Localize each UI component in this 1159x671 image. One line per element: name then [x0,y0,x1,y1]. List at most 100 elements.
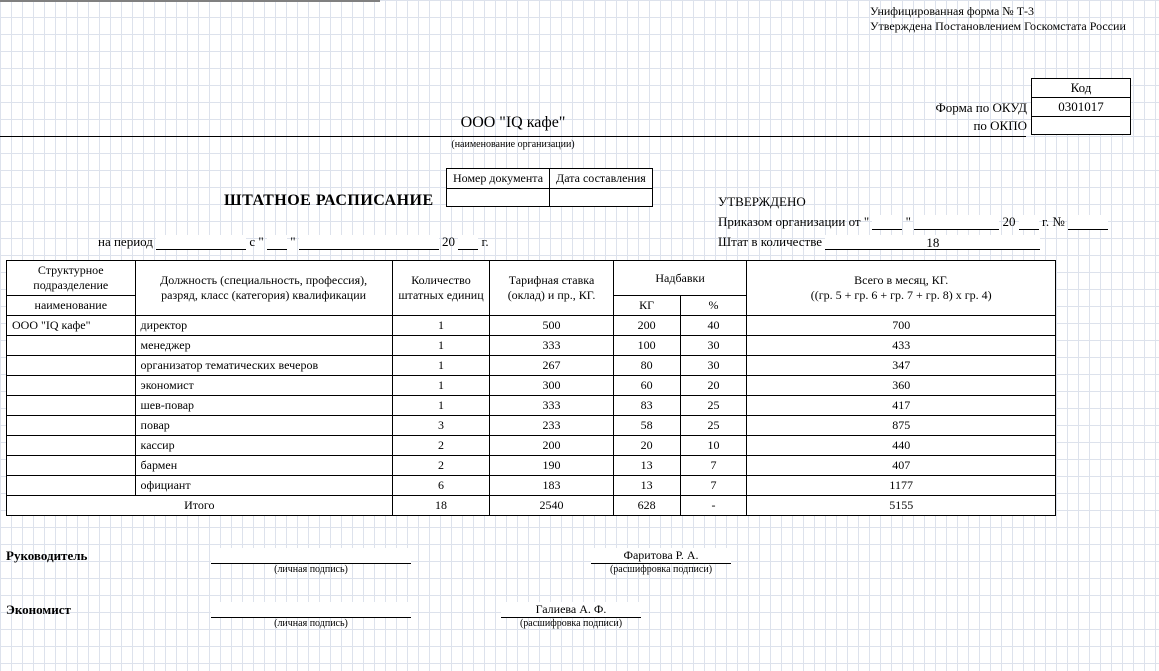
h-rate: Тарифная ставка (оклад) и пр., КГ. [490,261,613,316]
h-add-kg: КГ [613,296,680,316]
org-cell-empty [7,376,136,396]
staff-val: 18 [926,235,939,250]
rate-cell: 190 [490,456,613,476]
h-total: Всего в месяц, КГ.((гр. 5 + гр. 6 + гр. … [747,261,1056,316]
yr20: 20 [1002,214,1015,229]
approved-block: УТВЕРЖДЕНО Приказом организации от " " 2… [718,194,1138,250]
pct-cell: 30 [680,336,747,356]
period-label: на период [98,234,153,249]
kg-cell: 20 [613,436,680,456]
total-kg: 628 [613,496,680,516]
rate-cell: 183 [490,476,613,496]
signature-2: Экономист Галиева А. Ф. (личная подпись)… [6,602,806,629]
rate-cell: 200 [490,436,613,456]
pos-cell: кассир [135,436,392,456]
kg-cell: 13 [613,476,680,496]
total-rate: 2540 [490,496,613,516]
company-name: ООО "IQ кафе" [0,114,1026,132]
company-sub: (наименование организации) [0,139,1026,150]
pct-cell: 25 [680,416,747,436]
rate-cell: 267 [490,356,613,376]
total-cell: 440 [747,436,1056,456]
approved-line: Приказом организации от " [718,214,869,229]
total-total: 5155 [747,496,1056,516]
doc-date-value [550,189,653,207]
h-unit-sub: наименование [7,296,136,316]
total-cnt: 18 [392,496,490,516]
kg-cell: 58 [613,416,680,436]
pct-cell: 10 [680,436,747,456]
pct-cell: 7 [680,476,747,496]
quote: " [906,214,911,229]
pos-cell: повар [135,416,392,436]
pos-cell: менеджер [135,336,392,356]
rate-cell: 333 [490,336,613,356]
company-line: ООО "IQ кафе" (наименование организации) [0,114,1026,132]
signature-1: Руководитель Фаритова Р. А. (личная подп… [6,548,806,575]
sig1-sub-trans: (расшифровка подписи) [591,564,731,575]
pct-cell: 7 [680,456,747,476]
okud-value: 0301017 [1031,98,1131,117]
org-cell: ООО "IQ кафе" [7,316,136,336]
h-add-pct: % [680,296,747,316]
rate-cell: 300 [490,376,613,396]
cnt-cell: 3 [392,416,490,436]
cnt-cell: 1 [392,316,490,336]
kg-cell: 60 [613,376,680,396]
cnt-cell: 1 [392,396,490,416]
kg-cell: 200 [613,316,680,336]
total-cell: 417 [747,396,1056,416]
rate-cell: 333 [490,396,613,416]
total-cell: 700 [747,316,1056,336]
cnt-cell: 2 [392,436,490,456]
pos-cell: экономист [135,376,392,396]
sig2-sub-trans: (расшифровка подписи) [501,618,641,629]
pos-cell: директор [135,316,392,336]
total-pct: - [680,496,747,516]
cnt-cell: 1 [392,336,490,356]
kg-cell: 100 [613,336,680,356]
code-header: Код [1031,78,1131,98]
total-label: Итого [7,496,393,516]
staff-label: Штат в количестве [718,234,822,249]
pos-cell: официант [135,476,392,496]
sig1-sub-sign: (личная подпись) [211,564,411,575]
sig2-role: Экономист [6,602,196,618]
approved-header: УТВЕРЖДЕНО [718,194,1138,210]
rate-cell: 233 [490,416,613,436]
cnt-cell: 2 [392,456,490,476]
total-cell: 1177 [747,476,1056,496]
org-cell-empty [7,356,136,376]
kg-cell: 13 [613,456,680,476]
h-add: Надбавки [613,261,747,296]
doc-number-box: Номер документа Дата составления [446,168,653,207]
doc-num-header: Номер документа [447,169,550,189]
sig1-name: Фаритова Р. А. [591,548,731,564]
org-cell-empty [7,476,136,496]
sig1-role: Руководитель [6,548,196,564]
total-cell: 875 [747,416,1056,436]
yrg: г. № [1042,214,1065,229]
cnt-cell: 1 [392,376,490,396]
period-g: г. [482,234,489,249]
pct-cell: 30 [680,356,747,376]
doc-num-value [447,189,550,207]
total-cell: 347 [747,356,1056,376]
org-cell-empty [7,416,136,436]
form-note: Унифицированная форма № Т-3Утверждена По… [870,4,1130,34]
doc-date-header: Дата составления [550,169,653,189]
period-line: на период с " " 20 г. [98,234,489,250]
document-title: ШТАТНОЕ РАСПИСАНИЕ [224,192,434,210]
okpo-value [1031,117,1131,135]
pos-cell: организатор тематических вечеров [135,356,392,376]
pos-cell: шев-повар [135,396,392,416]
org-cell-empty [7,456,136,476]
period-20: 20 [442,234,455,249]
total-cell: 433 [747,336,1056,356]
pct-cell: 40 [680,316,747,336]
kg-cell: 83 [613,396,680,416]
h-position: Должность (специальность, профессия), ра… [135,261,392,316]
org-cell-empty [7,396,136,416]
total-cell: 407 [747,456,1056,476]
rate-cell: 500 [490,316,613,336]
